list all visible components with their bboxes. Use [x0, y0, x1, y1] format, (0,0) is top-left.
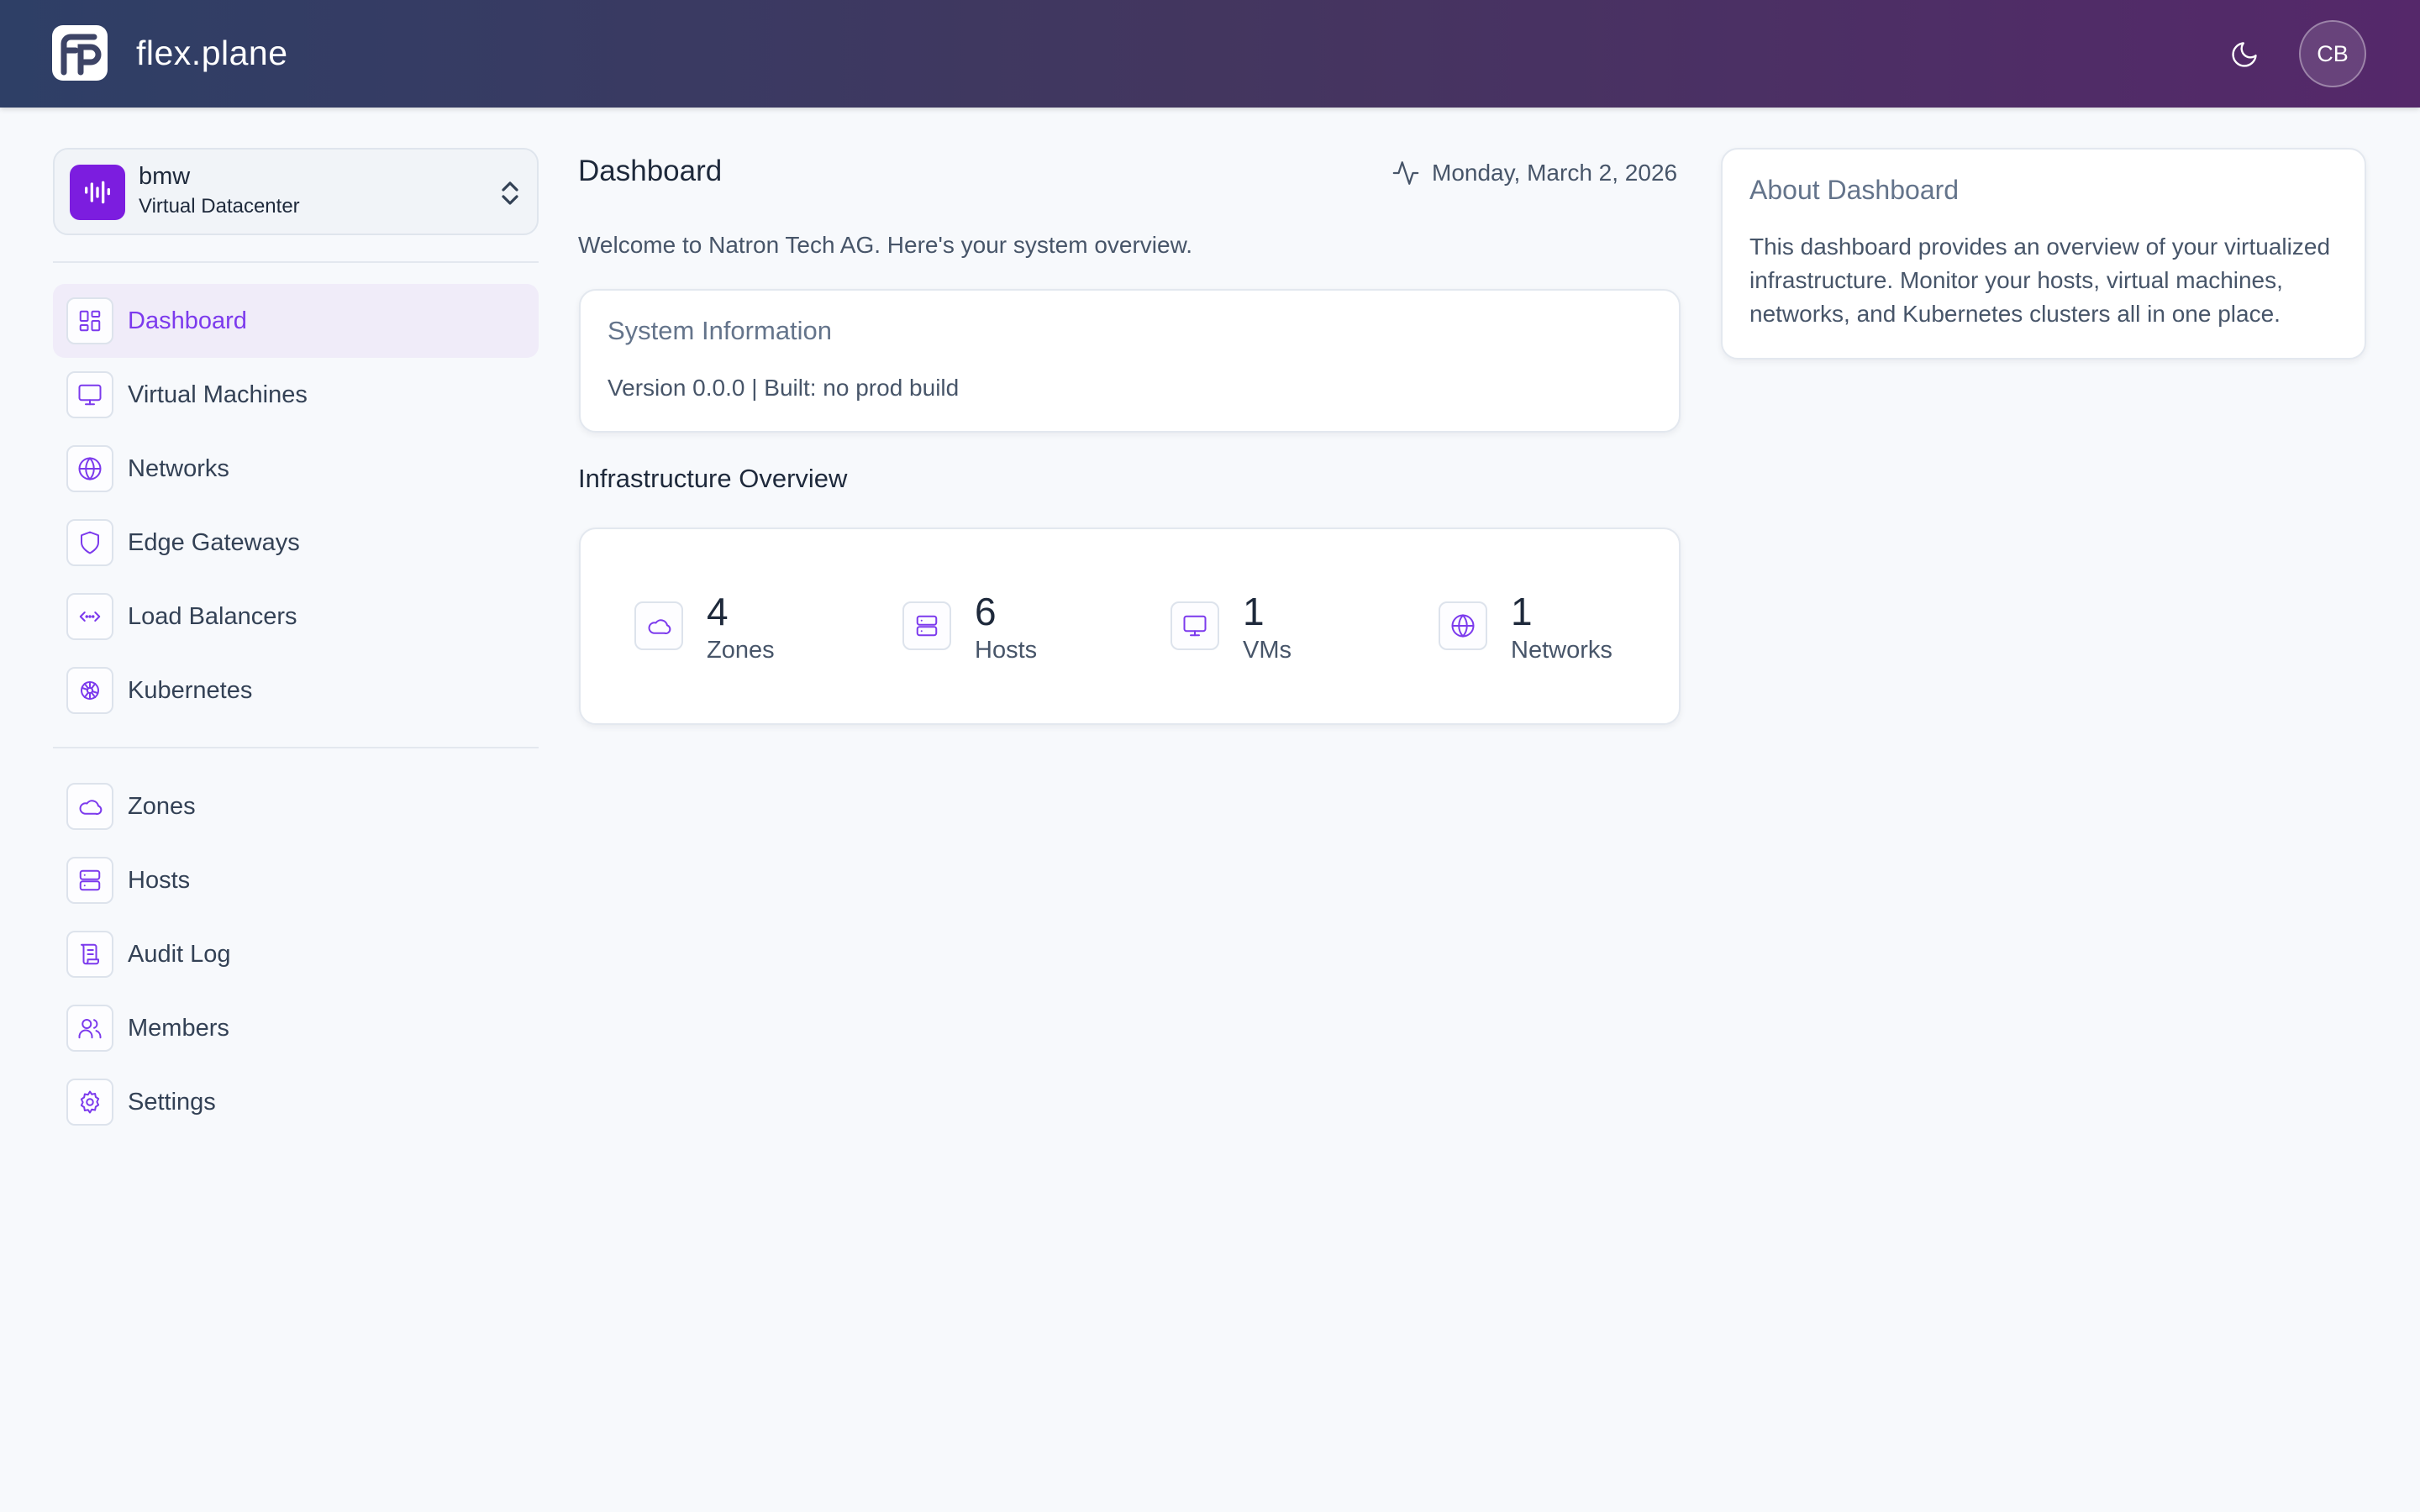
chevron-up-down-icon — [498, 178, 522, 213]
sidebar-item-hosts[interactable]: Hosts — [53, 843, 539, 917]
stat-value: 4 — [707, 590, 729, 633]
kubernetes-icon — [66, 667, 113, 714]
sidebar-item-networks[interactable]: Networks — [53, 432, 539, 506]
sidebar-item-virtual-machines[interactable]: Virtual Machines — [53, 358, 539, 432]
stat-hosts[interactable]: 6 Hosts — [902, 588, 1155, 672]
infrastructure-overview-card: 4 Zones 6 Hosts 1 VMs 1 Networks — [579, 528, 1681, 725]
moon-icon — [2232, 42, 2257, 67]
stat-value: 6 — [975, 590, 997, 633]
globe-icon — [1439, 601, 1487, 650]
sidebar-item-members[interactable]: Members — [53, 991, 539, 1065]
sidebar-divider — [53, 261, 539, 263]
user-avatar[interactable]: CB — [2299, 20, 2366, 87]
datacenter-name: bmw — [139, 163, 191, 190]
sidebar-item-label: Settings — [128, 1089, 216, 1116]
datacenter-waveform-icon — [70, 165, 125, 220]
monitor-icon — [66, 371, 113, 418]
sidebar-item-label: Hosts — [128, 867, 191, 894]
globe-icon — [66, 445, 113, 492]
sidebar-item-label: Zones — [128, 793, 196, 820]
users-icon — [66, 1005, 113, 1052]
sidebar-item-zones[interactable]: Zones — [53, 769, 539, 843]
stat-value: 1 — [1511, 590, 1533, 633]
section-title: Infrastructure Overview — [578, 464, 848, 493]
card-title: About Dashboard — [1749, 175, 1960, 205]
theme-toggle-button[interactable] — [2223, 34, 2265, 76]
sidebar-item-audit-log[interactable]: Audit Log — [53, 917, 539, 991]
current-date: Monday, March 2, 2026 — [1392, 156, 1677, 190]
cloud-icon — [634, 601, 683, 650]
activity-icon — [1392, 161, 1419, 185]
sidebar-divider — [53, 747, 539, 748]
stat-networks[interactable]: 1 Networks — [1439, 588, 1691, 672]
sidebar-item-settings[interactable]: Settings — [53, 1065, 539, 1139]
sidebar-item-label: Networks — [128, 455, 229, 482]
stat-label: Hosts — [975, 637, 1038, 664]
sidebar-item-kubernetes[interactable]: Kubernetes — [53, 654, 539, 727]
sidebar-item-label: Members — [128, 1015, 229, 1042]
stat-zones[interactable]: 4 Zones — [634, 588, 886, 672]
system-information-card: System Information Version 0.0.0 | Built… — [579, 289, 1681, 433]
top-bar: flex.plane CB — [0, 0, 2420, 108]
monitor-icon — [1171, 601, 1219, 650]
brand-name: flex.plane — [136, 34, 288, 72]
about-description: This dashboard provides an overview of y… — [1749, 234, 2331, 327]
stat-value: 1 — [1243, 590, 1265, 633]
sidebar-item-label: Load Balancers — [128, 603, 297, 630]
scroll-icon — [66, 931, 113, 978]
stat-label: VMs — [1243, 637, 1292, 664]
sidebar-item-dashboard[interactable]: Dashboard — [53, 284, 539, 358]
sidebar-item-label: Edge Gateways — [128, 529, 300, 556]
server-icon — [66, 857, 113, 904]
card-title: System Information — [608, 316, 833, 345]
shield-icon — [66, 519, 113, 566]
stat-label: Zones — [707, 637, 775, 664]
sidebar-item-load-balancers[interactable]: Load Balancers — [53, 580, 539, 654]
server-icon — [902, 601, 951, 650]
stat-vms[interactable]: 1 VMs — [1171, 588, 1423, 672]
sidebar-item-label: Virtual Machines — [128, 381, 308, 408]
gear-icon — [66, 1079, 113, 1126]
welcome-message: Welcome to Natron Tech AG. Here's your s… — [578, 232, 1193, 258]
sidebar-item-label: Audit Log — [128, 941, 231, 968]
about-dashboard-card: About Dashboard This dashboard provides … — [1721, 148, 2366, 360]
sidebar-item-label: Kubernetes — [128, 677, 253, 704]
sidebar-item-label: Dashboard — [128, 307, 247, 334]
cloud-icon — [66, 783, 113, 830]
code-icon — [66, 593, 113, 640]
dashboard-icon — [66, 297, 113, 344]
stat-label: Networks — [1511, 637, 1612, 664]
flexplane-logo-icon[interactable] — [52, 25, 108, 81]
datacenter-type: Virtual Datacenter — [139, 195, 300, 218]
date-text: Monday, March 2, 2026 — [1432, 160, 1678, 186]
datacenter-switcher[interactable]: bmw Virtual Datacenter — [53, 148, 539, 235]
page-title: Dashboard — [578, 155, 723, 187]
version-info: Version 0.0.0 | Built: no prod build — [608, 375, 960, 401]
sidebar-item-edge-gateways[interactable]: Edge Gateways — [53, 506, 539, 580]
